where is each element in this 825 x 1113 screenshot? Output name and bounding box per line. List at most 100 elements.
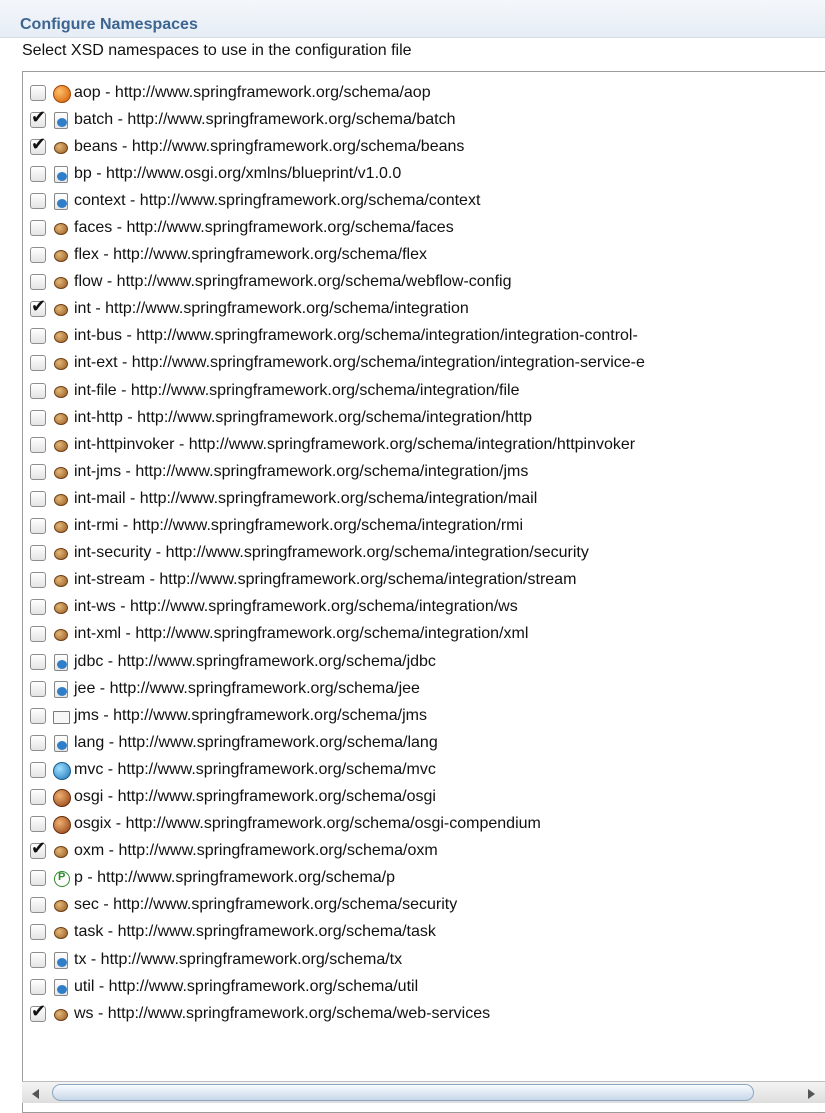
namespace-item[interactable]: Pp - http://www.springframework.org/sche… [23,865,825,892]
namespace-item[interactable]: task - http://www.springframework.org/sc… [23,919,825,946]
namespace-checkbox[interactable] [30,84,46,101]
namespace-checkbox[interactable] [30,1001,46,1022]
namespace-checkbox[interactable] [30,599,46,616]
p-icon: P [52,869,70,888]
namespace-checkbox[interactable] [30,924,46,941]
namespace-checkbox[interactable] [30,978,46,995]
namespace-label: flex - http://www.springframework.org/sc… [74,246,428,264]
namespace-checkbox[interactable] [30,107,46,128]
bean-icon [52,544,70,562]
namespace-item[interactable]: int-ws - http://www.springframework.org/… [23,594,825,621]
namespace-checkbox[interactable] [30,951,46,968]
namespace-checkbox[interactable] [30,220,46,237]
chevron-right-icon[interactable] [808,1089,815,1099]
namespace-checkbox[interactable] [30,518,46,535]
namespace-label: ws - http://www.springframework.org/sche… [74,1004,491,1022]
namespace-checkbox[interactable] [30,707,46,724]
namespace-label: int-ws - http://www.springframework.org/… [74,598,518,616]
osgi-icon [52,815,71,835]
namespace-item[interactable]: int-bus - http://www.springframework.org… [23,323,825,350]
horizontal-scrollbar[interactable] [22,1081,825,1103]
namespace-item[interactable]: int-httpinvoker - http://www.springframe… [23,431,825,458]
namespace-item[interactable]: ws - http://www.springframework.org/sche… [23,1000,825,1027]
bean-icon [52,571,70,589]
bean-icon [52,382,70,400]
namespace-checkbox[interactable] [30,572,46,589]
namespace-label: osgi - http://www.springframework.org/sc… [74,787,436,805]
bean-icon [52,896,70,914]
namespace-item[interactable]: jee - http://www.springframework.org/sch… [23,675,825,702]
namespace-checkbox[interactable] [30,788,46,805]
namespace-item[interactable]: flow - http://www.springframework.org/sc… [23,269,825,296]
namespace-item[interactable]: sec - http://www.springframework.org/sch… [23,892,825,919]
namespace-item[interactable]: util - http://www.springframework.org/sc… [23,973,825,1000]
namespace-checkbox[interactable] [30,897,46,914]
namespace-item[interactable]: int-jms - http://www.springframework.org… [23,458,825,485]
namespace-checkbox[interactable] [30,328,46,345]
namespace-label: tx - http://www.springframework.org/sche… [74,950,403,968]
doc-icon [52,111,70,129]
namespace-item[interactable]: beans - http://www.springframework.org/s… [23,133,825,160]
namespace-checkbox[interactable] [30,816,46,833]
namespace-item[interactable]: mvc - http://www.springframework.org/sch… [23,756,825,783]
namespace-item[interactable]: lang - http://www.springframework.org/sc… [23,729,825,756]
namespace-checkbox[interactable] [30,734,46,751]
namespace-item[interactable]: bp - http://www.osgi.org/xmlns/blueprint… [23,160,825,187]
namespace-item[interactable]: int - http://www.springframework.org/sch… [23,296,825,323]
namespace-item[interactable]: int-rmi - http://www.springframework.org… [23,513,825,540]
namespace-label: flow - http://www.springframework.org/sc… [74,273,512,291]
bean-icon [52,625,70,643]
namespace-checkbox[interactable] [30,382,46,399]
namespace-item[interactable]: flex - http://www.springframework.org/sc… [23,242,825,269]
namespace-item[interactable]: oxm - http://www.springframework.org/sch… [23,838,825,865]
namespace-item[interactable]: int-http - http://www.springframework.or… [23,404,825,431]
namespace-checkbox[interactable] [30,274,46,291]
namespace-checkbox[interactable] [30,653,46,670]
namespace-item[interactable]: faces - http://www.springframework.org/s… [23,214,825,241]
namespace-label: int-stream - http://www.springframework.… [74,571,577,589]
namespace-label: int - http://www.springframework.org/sch… [74,300,469,318]
namespace-item[interactable]: context - http://www.springframework.org… [23,187,825,214]
namespace-item[interactable]: int-security - http://www.springframewor… [23,540,825,567]
namespace-item[interactable]: tx - http://www.springframework.org/sche… [23,946,825,973]
namespace-checkbox[interactable] [30,761,46,778]
namespace-item[interactable]: batch - http://www.springframework.org/s… [23,106,825,133]
namespace-checkbox[interactable] [30,296,46,318]
namespace-item[interactable]: int-file - http://www.springframework.or… [23,377,825,404]
namespace-checkbox[interactable] [30,409,46,426]
namespace-checkbox[interactable] [30,838,46,860]
namespace-item[interactable]: osgix - http://www.springframework.org/s… [23,811,825,838]
namespace-checkbox[interactable] [30,545,46,562]
namespace-item[interactable]: aop - http://www.springframework.org/sch… [23,79,825,106]
namespace-item[interactable]: jms - http://www.springframework.org/sch… [23,702,825,729]
chevron-left-icon[interactable] [32,1089,39,1099]
namespace-checkbox[interactable] [30,436,46,453]
namespace-label: lang - http://www.springframework.org/sc… [74,733,438,751]
namespace-checkbox[interactable] [30,192,46,209]
namespace-item[interactable]: int-ext - http://www.springframework.org… [23,350,825,377]
namespace-checkbox[interactable] [30,247,46,264]
namespace-item[interactable]: int-xml - http://www.springframework.org… [23,621,825,648]
scrollbar-thumb[interactable] [52,1084,754,1101]
namespace-checkbox[interactable] [30,870,46,887]
namespace-item[interactable]: int-stream - http://www.springframework.… [23,567,825,594]
namespace-item[interactable]: osgi - http://www.springframework.org/sc… [23,783,825,810]
namespace-checkbox[interactable] [30,490,46,507]
namespace-checkbox[interactable] [30,355,46,372]
namespace-label: aop - http://www.springframework.org/sch… [74,83,431,101]
namespace-checkbox[interactable] [30,463,46,480]
doc-icon [52,680,70,698]
osgi-icon [52,788,71,807]
bean-icon [52,463,70,481]
namespace-checkbox[interactable] [30,680,46,697]
namespace-checkbox[interactable] [30,134,46,155]
namespace-item[interactable]: jdbc - http://www.springframework.org/sc… [23,648,825,675]
doc-icon [52,951,70,969]
dialog-header: Configure Namespaces [0,0,825,38]
namespace-item[interactable]: int-mail - http://www.springframework.or… [23,485,825,512]
namespace-checkbox[interactable] [30,165,46,182]
doc-icon [52,978,70,996]
namespace-list[interactable]: aop - http://www.springframework.org/sch… [22,71,825,1113]
namespace-checkbox[interactable] [30,626,46,643]
doc-icon [52,165,70,183]
